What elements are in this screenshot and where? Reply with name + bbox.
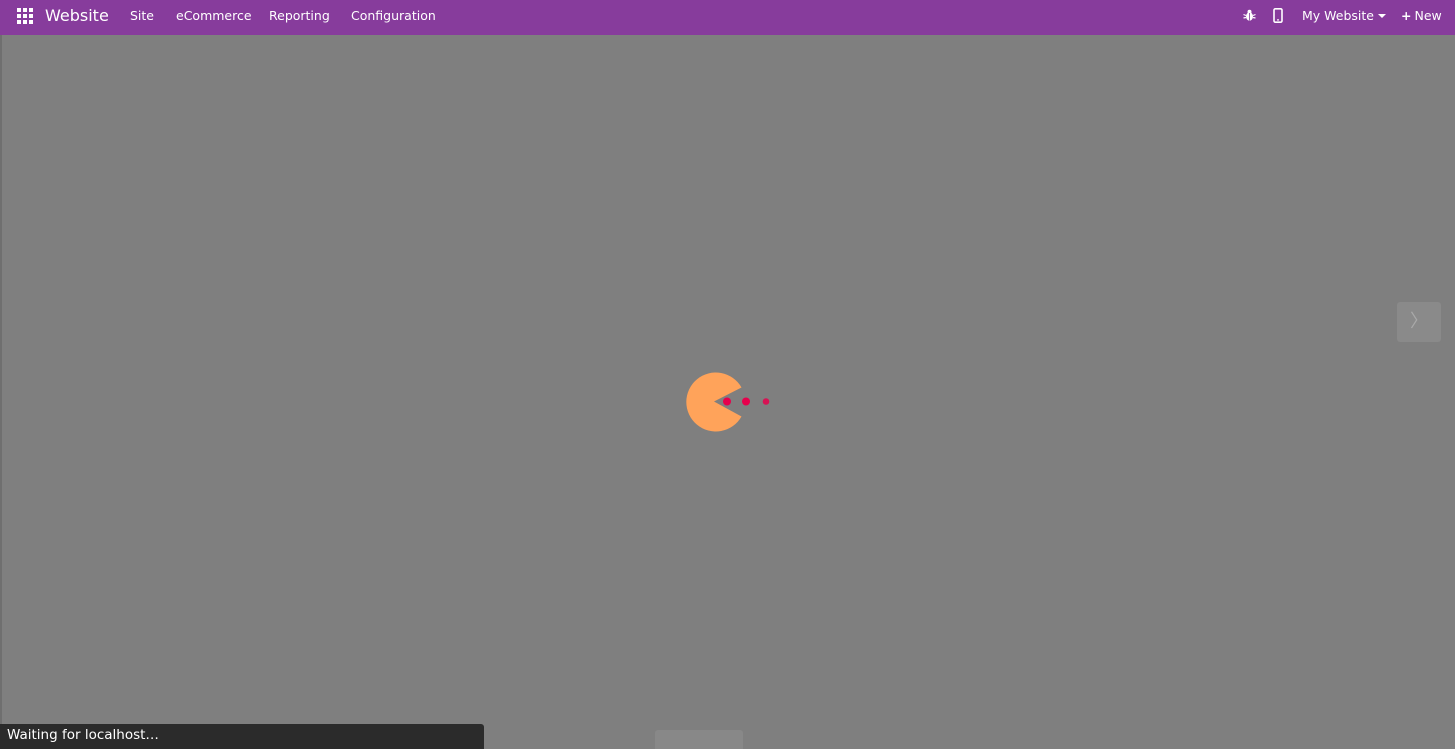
chevron-right-icon[interactable]: 〉 xyxy=(1397,302,1441,342)
menu-configuration[interactable]: Configuration xyxy=(351,8,436,23)
app-brand[interactable]: Website xyxy=(45,6,109,26)
apps-grid-icon[interactable] xyxy=(17,8,33,24)
website-selector[interactable]: My Website xyxy=(1302,8,1386,23)
new-button[interactable]: + New xyxy=(1401,8,1442,23)
mobile-icon[interactable] xyxy=(1273,8,1283,23)
browser-status-bar: Waiting for localhost… xyxy=(0,724,484,749)
caret-down-icon xyxy=(1378,13,1386,18)
left-edge-divider xyxy=(0,35,2,749)
menu-site[interactable]: Site xyxy=(130,8,154,23)
bug-icon[interactable] xyxy=(1243,9,1256,22)
menu-ecommerce[interactable]: eCommerce xyxy=(176,8,252,23)
menu-reporting[interactable]: Reporting xyxy=(269,8,330,23)
bottom-toolbar xyxy=(655,730,743,749)
new-button-label: New xyxy=(1414,8,1442,23)
pacman-loader-icon xyxy=(686,372,770,432)
top-navbar: Website Site eCommerce Reporting Configu… xyxy=(0,0,1455,35)
plus-icon: + xyxy=(1401,8,1412,23)
website-selector-label: My Website xyxy=(1302,8,1374,23)
